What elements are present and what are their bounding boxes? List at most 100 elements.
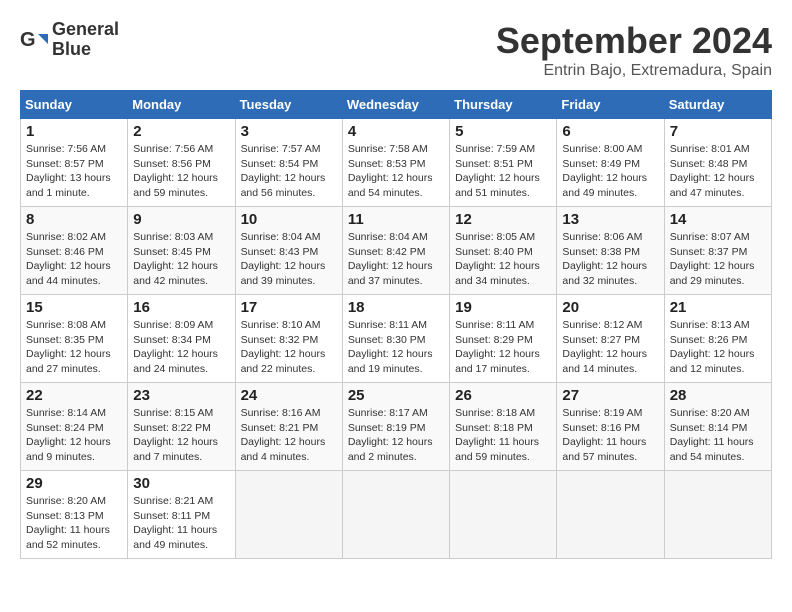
day-info: Sunrise: 7:58 AMSunset: 8:53 PMDaylight:… [348, 142, 444, 201]
days-header-row: SundayMondayTuesdayWednesdayThursdayFrid… [21, 91, 772, 119]
calendar-table: SundayMondayTuesdayWednesdayThursdayFrid… [20, 90, 772, 559]
day-info: Sunrise: 7:56 AMSunset: 8:56 PMDaylight:… [133, 142, 229, 201]
day-info: Sunrise: 8:16 AMSunset: 8:21 PMDaylight:… [241, 406, 337, 465]
day-cell-1: 1 Sunrise: 7:56 AMSunset: 8:57 PMDaylight… [21, 119, 128, 207]
empty-cell [235, 471, 342, 559]
day-number: 20 [562, 299, 658, 316]
header-thursday: Thursday [450, 91, 557, 119]
day-cell-18: 18 Sunrise: 8:11 AMSunset: 8:30 PMDayligh… [342, 295, 449, 383]
logo-line2: Blue [52, 40, 119, 60]
day-info: Sunrise: 8:11 AMSunset: 8:29 PMDaylight:… [455, 318, 551, 377]
day-info: Sunrise: 8:12 AMSunset: 8:27 PMDaylight:… [562, 318, 658, 377]
day-number: 17 [241, 299, 337, 316]
day-number: 13 [562, 211, 658, 228]
day-number: 21 [670, 299, 766, 316]
day-number: 11 [348, 211, 444, 228]
day-info: Sunrise: 8:00 AMSunset: 8:49 PMDaylight:… [562, 142, 658, 201]
empty-cell [557, 471, 664, 559]
day-number: 2 [133, 123, 229, 140]
day-cell-16: 16 Sunrise: 8:09 AMSunset: 8:34 PMDayligh… [128, 295, 235, 383]
day-info: Sunrise: 8:06 AMSunset: 8:38 PMDaylight:… [562, 230, 658, 289]
day-info: Sunrise: 8:10 AMSunset: 8:32 PMDaylight:… [241, 318, 337, 377]
day-info: Sunrise: 8:01 AMSunset: 8:48 PMDaylight:… [670, 142, 766, 201]
day-cell-27: 27Sunrise: 8:19 AMSunset: 8:16 PMDayligh… [557, 383, 664, 471]
month-title: September 2024 [496, 20, 772, 62]
day-info: Sunrise: 8:04 AMSunset: 8:42 PMDaylight:… [348, 230, 444, 289]
day-cell-14: 14 Sunrise: 8:07 AMSunset: 8:37 PMDayligh… [664, 207, 771, 295]
day-info: Sunrise: 8:09 AMSunset: 8:34 PMDaylight:… [133, 318, 229, 377]
day-info: Sunrise: 8:14 AMSunset: 8:24 PMDaylight:… [26, 406, 122, 465]
header-tuesday: Tuesday [235, 91, 342, 119]
day-cell-13: 13 Sunrise: 8:06 AMSunset: 8:38 PMDayligh… [557, 207, 664, 295]
day-info: Sunrise: 7:56 AMSunset: 8:57 PMDaylight:… [26, 142, 122, 201]
day-number: 16 [133, 299, 229, 316]
day-cell-19: 19 Sunrise: 8:11 AMSunset: 8:29 PMDayligh… [450, 295, 557, 383]
empty-cell [342, 471, 449, 559]
day-number: 14 [670, 211, 766, 228]
header-saturday: Saturday [664, 91, 771, 119]
day-cell-23: 23Sunrise: 8:15 AMSunset: 8:22 PMDayligh… [128, 383, 235, 471]
day-cell-29: 29Sunrise: 8:20 AMSunset: 8:13 PMDayligh… [21, 471, 128, 559]
day-info: Sunrise: 8:21 AMSunset: 8:11 PMDaylight:… [133, 494, 229, 553]
day-cell-2: 2 Sunrise: 7:56 AMSunset: 8:56 PMDaylight… [128, 119, 235, 207]
day-cell-24: 24 Sunrise: 8:16 AMSunset: 8:21 PMDayligh… [235, 383, 342, 471]
day-cell-9: 9 Sunrise: 8:03 AMSunset: 8:45 PMDaylight… [128, 207, 235, 295]
day-cell-3: 3 Sunrise: 7:57 AMSunset: 8:54 PMDaylight… [235, 119, 342, 207]
day-cell-22: 22 Sunrise: 8:14 AMSunset: 8:24 PMDayligh… [21, 383, 128, 471]
day-cell-15: 15Sunrise: 8:08 AMSunset: 8:35 PMDayligh… [21, 295, 128, 383]
week-row-3: 15Sunrise: 8:08 AMSunset: 8:35 PMDayligh… [21, 295, 772, 383]
day-cell-21: 21 Sunrise: 8:13 AMSunset: 8:26 PMDayligh… [664, 295, 771, 383]
day-cell-12: 12 Sunrise: 8:05 AMSunset: 8:40 PMDayligh… [450, 207, 557, 295]
page-header: G General Blue September 2024 Entrin Baj… [20, 20, 772, 80]
header-friday: Friday [557, 91, 664, 119]
day-number: 3 [241, 123, 337, 140]
day-number: 30 [133, 475, 229, 492]
day-info: Sunrise: 8:20 AMSunset: 8:13 PMDaylight:… [26, 494, 122, 553]
title-area: September 2024 Entrin Bajo, Extremadura,… [496, 20, 772, 80]
day-cell-4: 4 Sunrise: 7:58 AMSunset: 8:53 PMDaylight… [342, 119, 449, 207]
day-number: 22 [26, 387, 122, 404]
day-number: 4 [348, 123, 444, 140]
day-number: 19 [455, 299, 551, 316]
day-number: 8 [26, 211, 122, 228]
day-number: 1 [26, 123, 122, 140]
day-number: 24 [241, 387, 337, 404]
day-cell-28: 28Sunrise: 8:20 AMSunset: 8:14 PMDayligh… [664, 383, 771, 471]
day-cell-10: 10Sunrise: 8:04 AMSunset: 8:43 PMDayligh… [235, 207, 342, 295]
day-cell-8: 8 Sunrise: 8:02 AMSunset: 8:46 PMDaylight… [21, 207, 128, 295]
week-row-1: 1 Sunrise: 7:56 AMSunset: 8:57 PMDaylight… [21, 119, 772, 207]
day-info: Sunrise: 8:05 AMSunset: 8:40 PMDaylight:… [455, 230, 551, 289]
day-cell-30: 30 Sunrise: 8:21 AMSunset: 8:11 PMDayligh… [128, 471, 235, 559]
day-cell-25: 25Sunrise: 8:17 AMSunset: 8:19 PMDayligh… [342, 383, 449, 471]
day-info: Sunrise: 8:07 AMSunset: 8:37 PMDaylight:… [670, 230, 766, 289]
day-number: 15 [26, 299, 122, 316]
day-info: Sunrise: 8:18 AMSunset: 8:18 PMDaylight:… [455, 406, 551, 465]
week-row-2: 8 Sunrise: 8:02 AMSunset: 8:46 PMDaylight… [21, 207, 772, 295]
day-info: Sunrise: 8:13 AMSunset: 8:26 PMDaylight:… [670, 318, 766, 377]
header-monday: Monday [128, 91, 235, 119]
svg-text:G: G [20, 29, 36, 51]
day-cell-26: 26 Sunrise: 8:18 AMSunset: 8:18 PMDayligh… [450, 383, 557, 471]
day-cell-11: 11 Sunrise: 8:04 AMSunset: 8:42 PMDayligh… [342, 207, 449, 295]
day-number: 7 [670, 123, 766, 140]
empty-cell [450, 471, 557, 559]
day-cell-5: 5Sunrise: 7:59 AMSunset: 8:51 PMDaylight… [450, 119, 557, 207]
location-title: Entrin Bajo, Extremadura, Spain [496, 62, 772, 80]
day-info: Sunrise: 8:03 AMSunset: 8:45 PMDaylight:… [133, 230, 229, 289]
day-info: Sunrise: 8:02 AMSunset: 8:46 PMDaylight:… [26, 230, 122, 289]
logo-line1: General [52, 20, 119, 40]
empty-cell [664, 471, 771, 559]
day-number: 9 [133, 211, 229, 228]
day-info: Sunrise: 7:57 AMSunset: 8:54 PMDaylight:… [241, 142, 337, 201]
day-number: 18 [348, 299, 444, 316]
day-cell-7: 7 Sunrise: 8:01 AMSunset: 8:48 PMDaylight… [664, 119, 771, 207]
logo-icon: G [20, 26, 48, 54]
day-number: 12 [455, 211, 551, 228]
day-number: 28 [670, 387, 766, 404]
logo: G General Blue [20, 20, 119, 60]
day-number: 26 [455, 387, 551, 404]
day-number: 6 [562, 123, 658, 140]
day-info: Sunrise: 8:11 AMSunset: 8:30 PMDaylight:… [348, 318, 444, 377]
header-sunday: Sunday [21, 91, 128, 119]
day-number: 23 [133, 387, 229, 404]
